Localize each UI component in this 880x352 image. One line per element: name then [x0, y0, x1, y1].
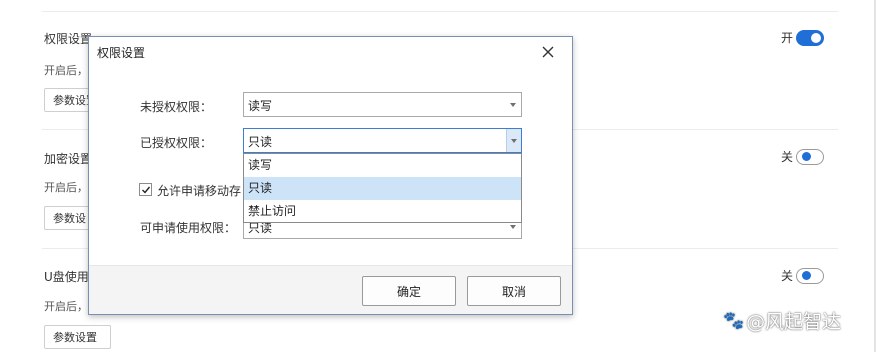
authorized-permission-dropdown-list: 读写 只读 禁止访问	[243, 153, 522, 223]
section-desc-usb: 开启后，	[44, 300, 88, 313]
dropdown-button[interactable]	[506, 129, 521, 152]
paw-icon: 🐾	[723, 310, 745, 331]
toggle-knob	[811, 32, 822, 43]
close-icon[interactable]	[538, 42, 558, 62]
scroll-edge	[874, 0, 876, 352]
dropdown-option-read-write[interactable]: 读写	[244, 154, 521, 177]
toggle-state-label: 关	[781, 150, 794, 164]
ok-button[interactable]: 确定	[362, 276, 456, 306]
allow-apply-checkbox[interactable]	[139, 183, 152, 196]
authorized-permission-label: 已授权权限：	[140, 136, 213, 150]
divider	[42, 11, 838, 12]
toggle-knob	[802, 151, 812, 161]
toggle-state-label: 关	[781, 269, 794, 283]
chevron-down-icon	[511, 139, 517, 143]
select-value: 只读	[248, 135, 273, 149]
usb-params-button[interactable]: 参数设置	[44, 325, 111, 349]
usb-toggle[interactable]: 关	[781, 267, 825, 284]
dropdown-option-read-only[interactable]: 只读	[244, 177, 521, 200]
allow-apply-label: 允许申请移动存储	[157, 184, 241, 198]
section-title-permission: 权限设置	[44, 32, 93, 46]
toggle-switch[interactable]	[796, 148, 825, 165]
permission-toggle[interactable]: 开	[781, 29, 825, 46]
dropdown-option-no-access[interactable]: 禁止访问	[244, 200, 521, 223]
chevron-down-icon	[510, 225, 516, 229]
permission-settings-dialog: 权限设置 未授权权限： 读写 已授权权限： 只读 允许申请移动存储 可申请使用权…	[88, 36, 573, 315]
unauthorized-permission-select[interactable]: 读写	[243, 92, 522, 117]
section-desc-encryption: 开启后，	[44, 181, 88, 194]
unauthorized-permission-label: 未授权权限：	[140, 100, 213, 114]
section-title-usb: U盘使用	[44, 270, 89, 284]
toggle-state-label: 开	[781, 31, 794, 45]
applicable-permission-label: 可申请使用权限：	[140, 221, 237, 235]
watermark-text: @风起智达	[746, 311, 842, 333]
toggle-switch[interactable]	[796, 29, 825, 46]
section-desc-permission: 开启后，	[44, 64, 88, 77]
dialog-title: 权限设置	[97, 46, 146, 60]
authorized-permission-select[interactable]: 只读	[243, 128, 522, 153]
check-icon	[141, 186, 150, 194]
toggle-switch[interactable]	[796, 267, 825, 284]
section-title-encryption: 加密设置	[44, 152, 93, 166]
chevron-down-icon	[510, 103, 516, 107]
watermark: 🐾 @风起智达	[723, 307, 841, 334]
select-value: 读写	[248, 99, 273, 113]
cancel-button[interactable]: 取消	[467, 276, 561, 306]
encryption-toggle[interactable]: 关	[781, 148, 825, 165]
toggle-knob	[802, 270, 812, 280]
